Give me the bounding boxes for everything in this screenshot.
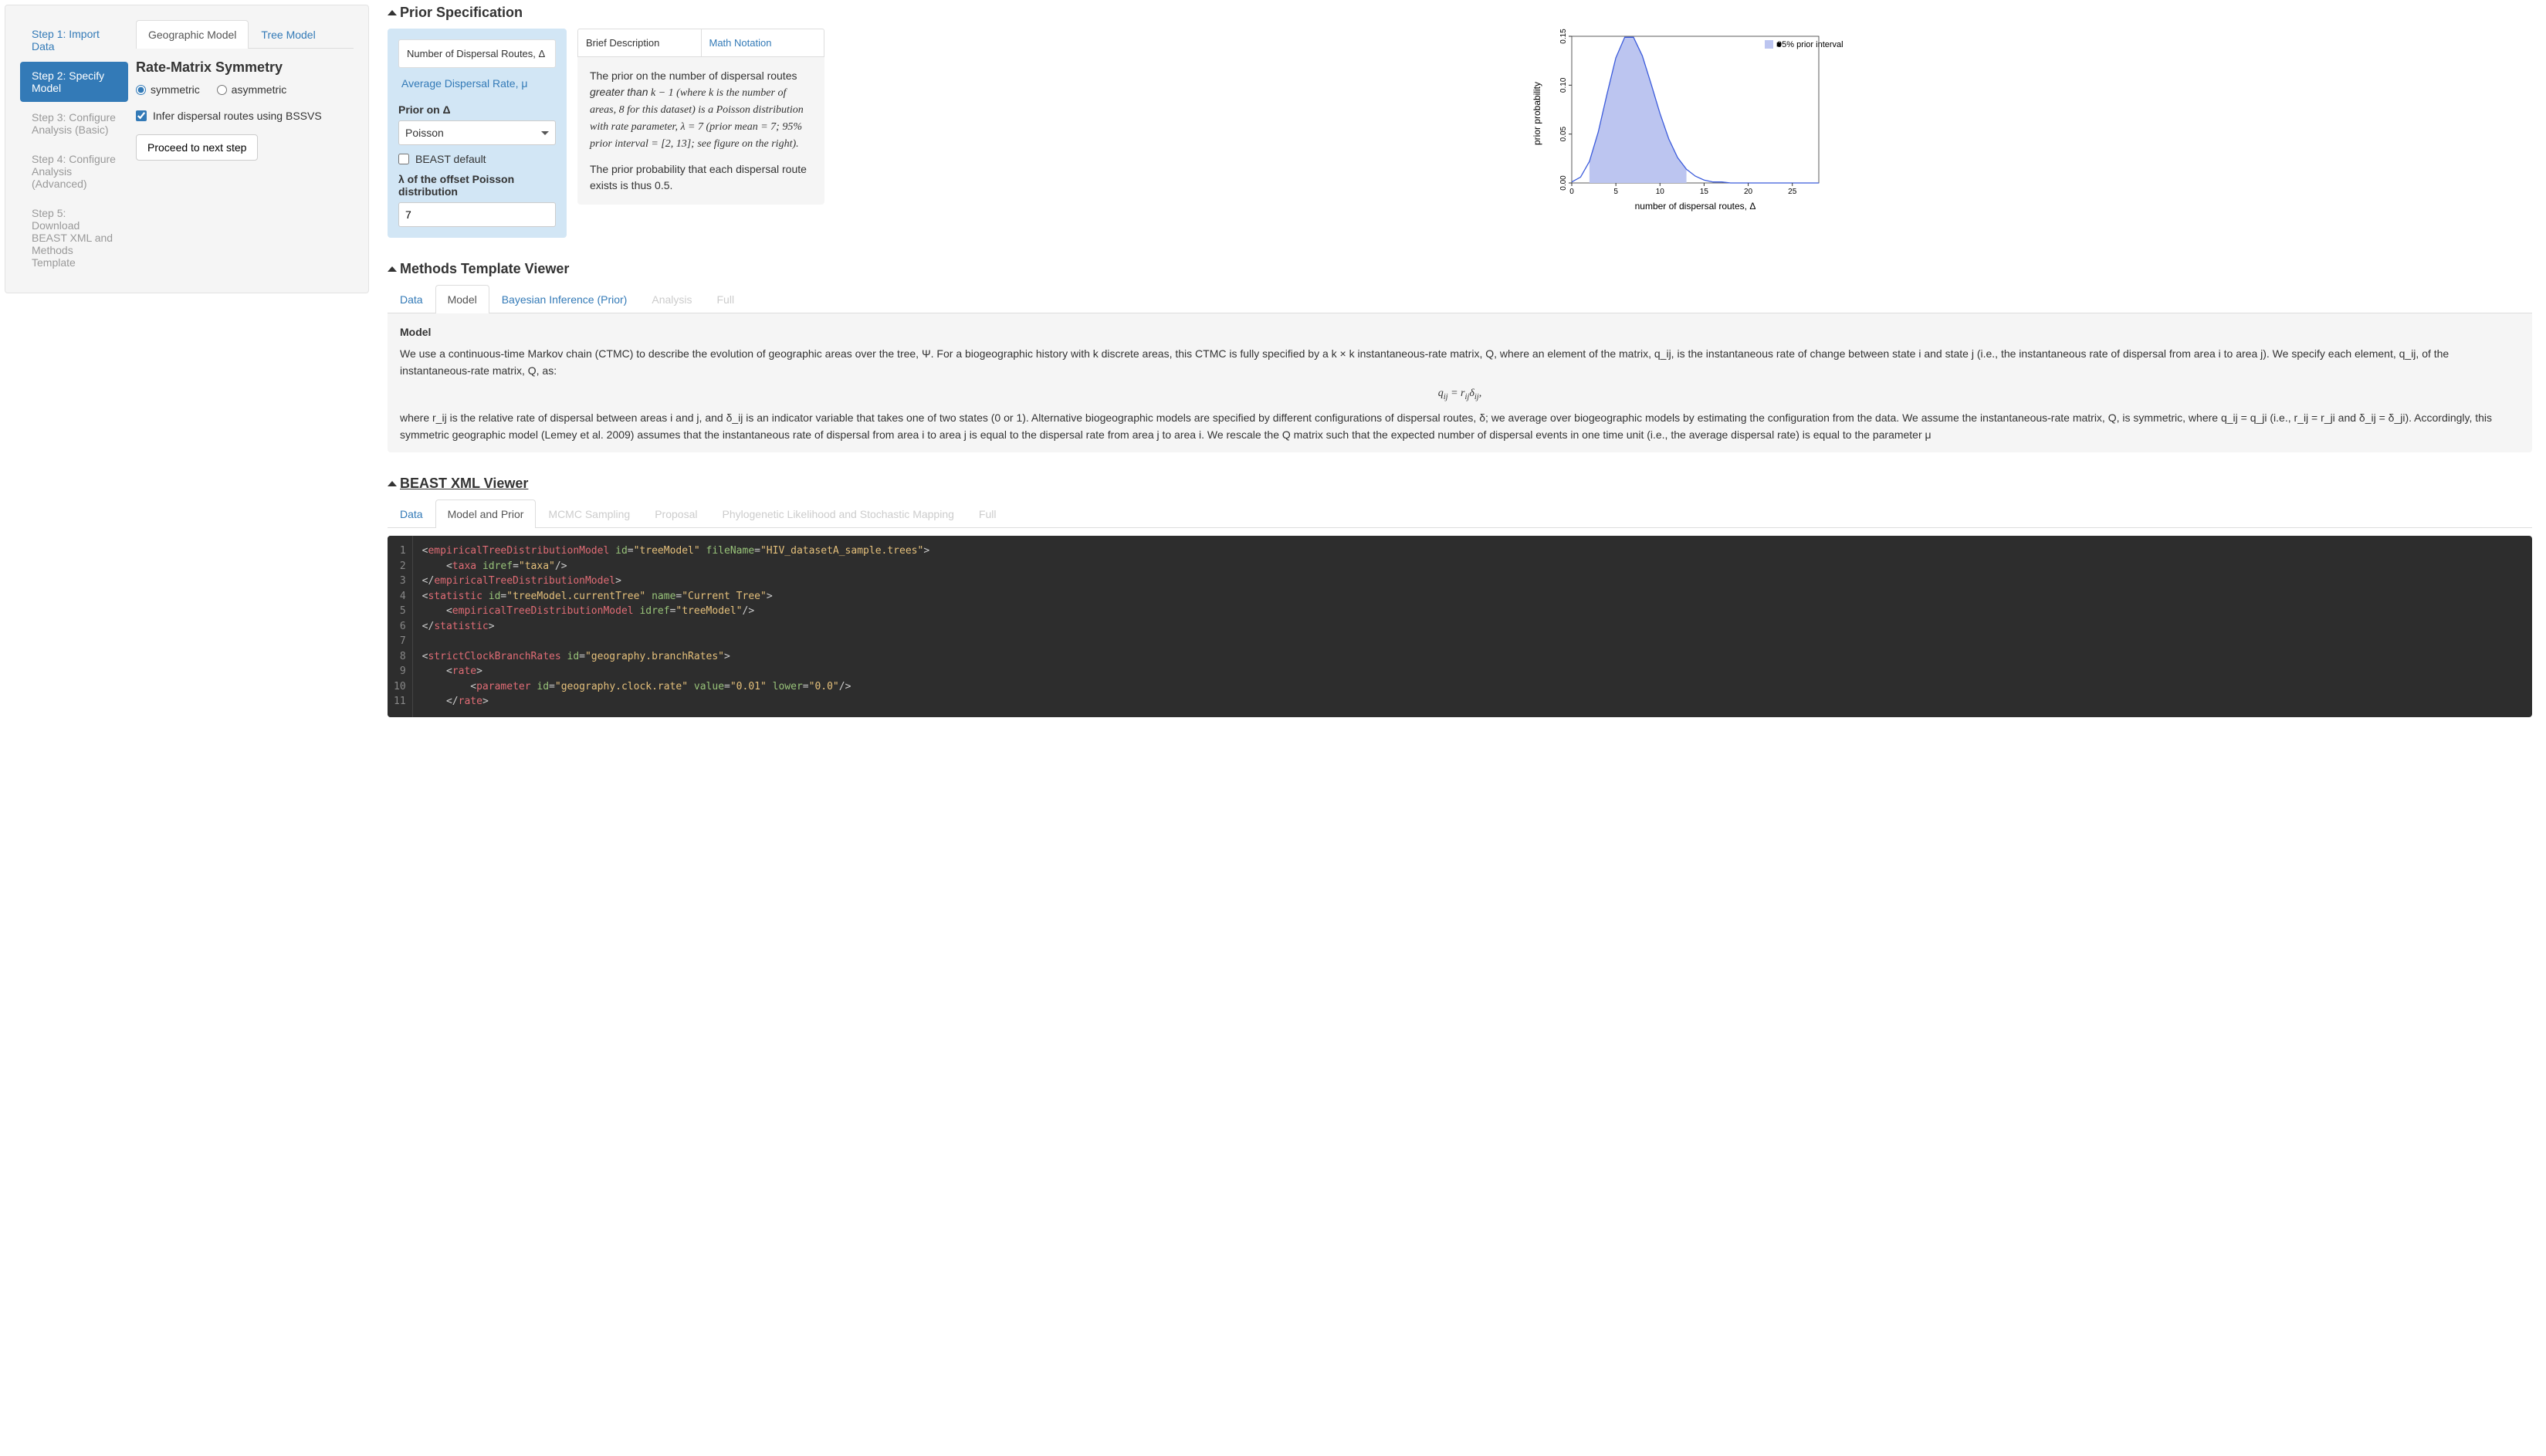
tab-avg-dispersal-rate[interactable]: Average Dispersal Rate, μ [398, 76, 556, 96]
prior-distribution-select[interactable]: Poisson [398, 120, 556, 145]
svg-text:0.00: 0.00 [1559, 175, 1568, 191]
svg-text:15: 15 [1700, 188, 1709, 196]
radio-asymmetric-label: asymmetric [232, 83, 287, 96]
plot-xlabel: number of dispersal routes, Δ [1635, 201, 1756, 212]
step-nav: Step 1: Import Data Step 2: Specify Mode… [20, 20, 128, 278]
sidebar-item-step2[interactable]: Step 2: Specify Model [20, 62, 128, 102]
sidebar-item-step5[interactable]: Step 5: Download BEAST XML and Methods T… [20, 199, 128, 276]
checkbox-bssvs-label: Infer dispersal routes using BSSVS [153, 110, 322, 122]
prior-section-title: Prior Specification [400, 5, 523, 21]
svg-text:0.15: 0.15 [1559, 29, 1568, 44]
proceed-button[interactable]: Proceed to next step [136, 134, 258, 161]
svg-text:5: 5 [1613, 188, 1618, 196]
tab-methods-analysis[interactable]: Analysis [639, 285, 704, 313]
tab-tree-model[interactable]: Tree Model [249, 20, 327, 49]
svg-text:0.05: 0.05 [1559, 126, 1568, 141]
svg-text:0.10: 0.10 [1559, 77, 1568, 93]
plot-ylabel: prior probability [1532, 82, 1542, 145]
methods-section-toggle[interactable]: Methods Template Viewer [388, 261, 2532, 277]
methods-panel: Model We use a continuous-time Markov ch… [388, 313, 2532, 452]
radio-asymmetric[interactable]: asymmetric [217, 83, 287, 96]
lambda-input[interactable] [398, 202, 556, 227]
prior-section-toggle[interactable]: Prior Specification [388, 5, 2532, 21]
methods-panel-body: We use a continuous-time Markov chain (C… [400, 346, 2520, 444]
tab-methods-data[interactable]: Data [388, 285, 435, 313]
checkbox-beast-default-label: BEAST default [415, 153, 486, 165]
sidebar-item-step4[interactable]: Step 4: Configure Analysis (Advanced) [20, 145, 128, 198]
symmetry-heading: Rate-Matrix Symmetry [136, 59, 354, 76]
prior-on-delta-label: Prior on Δ [398, 103, 556, 116]
xml-section-title: BEAST XML Viewer [400, 476, 528, 492]
prior-plot: ■ 95% prior interval 0510152025 0.000.05… [835, 29, 2532, 216]
radio-symmetric-label: symmetric [151, 83, 200, 96]
chevron-up-icon [388, 481, 397, 486]
tab-methods-model[interactable]: Model [435, 285, 489, 313]
methods-equation: qij = rijδij, [400, 385, 2520, 404]
tab-xml-mcmc[interactable]: MCMC Sampling [536, 499, 642, 528]
chevron-up-icon [388, 266, 397, 272]
svg-text:0: 0 [1569, 188, 1574, 196]
tab-geographic-model[interactable]: Geographic Model [136, 20, 249, 49]
svg-text:25: 25 [1788, 188, 1797, 196]
tab-xml-full[interactable]: Full [967, 499, 1009, 528]
tab-xml-data[interactable]: Data [388, 499, 435, 528]
lambda-label: λ of the offset Poisson distribution [398, 173, 556, 198]
tab-methods-full[interactable]: Full [705, 285, 747, 313]
checkbox-bssvs[interactable] [136, 110, 147, 121]
description-body: The prior on the number of dispersal rou… [577, 57, 824, 205]
radio-symmetric[interactable]: symmetric [136, 83, 200, 96]
code-lines: <empiricalTreeDistributionModel id="tree… [413, 536, 2532, 717]
svg-text:10: 10 [1656, 188, 1665, 196]
xml-section-toggle[interactable]: BEAST XML Viewer [388, 476, 2532, 492]
prior-specification-section: Prior Specification Number of Dispersal … [388, 5, 2532, 238]
plot-legend: 95% prior interval [1777, 40, 1843, 49]
sidebar-item-step3[interactable]: Step 3: Configure Analysis (Basic) [20, 103, 128, 144]
prior-distribution-value: Poisson [405, 127, 444, 139]
checkbox-beast-default[interactable] [398, 154, 409, 164]
tab-brief-description[interactable]: Brief Description [578, 29, 701, 56]
prior-controls-panel: Number of Dispersal Routes, Δ Average Di… [388, 29, 567, 238]
description-panel: Brief Description Math Notation The prio… [577, 29, 824, 205]
xml-viewer-section: BEAST XML Viewer Data Model and Prior MC… [388, 476, 2532, 717]
code-gutter: 1234567891011 [388, 536, 413, 717]
tab-xml-proposal[interactable]: Proposal [642, 499, 709, 528]
chevron-up-icon [388, 10, 397, 15]
caret-down-icon [541, 131, 549, 135]
xml-code-block[interactable]: 1234567891011 <empiricalTreeDistribution… [388, 536, 2532, 717]
tab-xml-model-prior[interactable]: Model and Prior [435, 499, 537, 528]
sidebar-item-step1[interactable]: Step 1: Import Data [20, 20, 128, 60]
svg-text:20: 20 [1744, 188, 1753, 196]
tab-math-notation[interactable]: Math Notation [701, 29, 824, 56]
tab-methods-bayesian[interactable]: Bayesian Inference (Prior) [489, 285, 640, 313]
methods-panel-heading: Model [400, 326, 2520, 338]
model-tabs: Geographic Model Tree Model [136, 20, 354, 49]
methods-viewer-section: Methods Template Viewer Data Model Bayes… [388, 261, 2532, 452]
tab-dispersal-routes[interactable]: Number of Dispersal Routes, Δ [399, 40, 555, 67]
tab-xml-phylo[interactable]: Phylogenetic Likelihood and Stochastic M… [709, 499, 966, 528]
methods-section-title: Methods Template Viewer [400, 261, 569, 277]
